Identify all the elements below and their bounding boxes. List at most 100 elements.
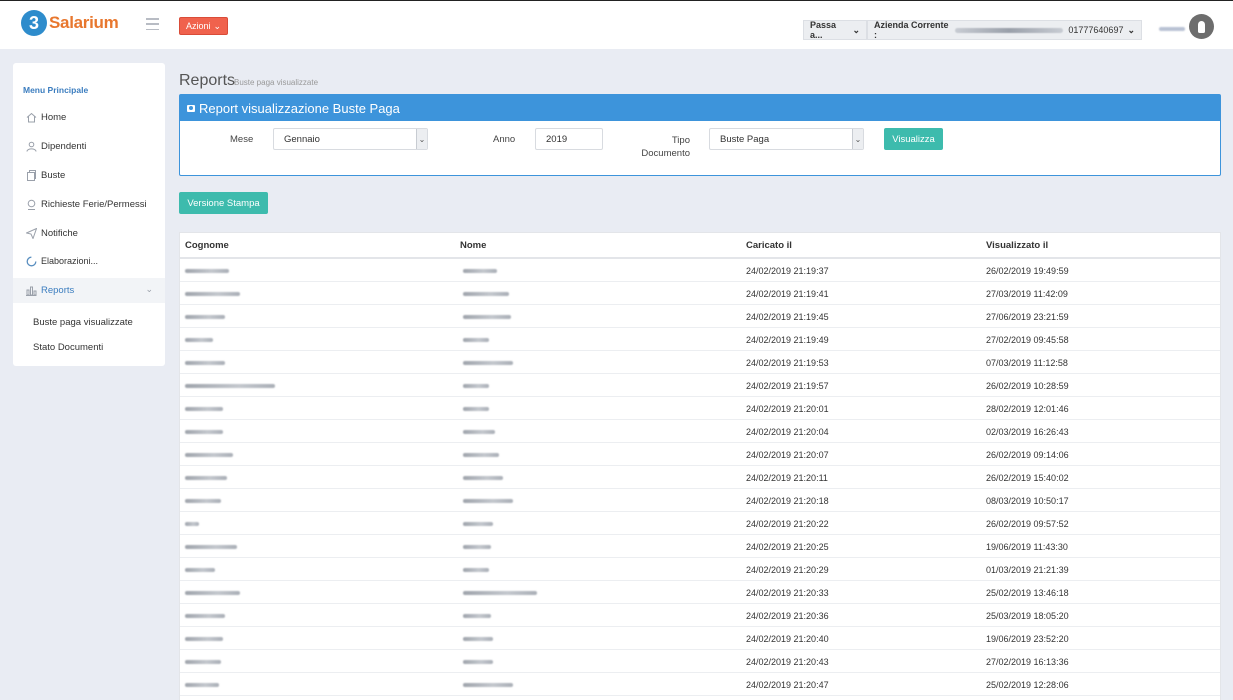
cell-nome-redacted	[463, 259, 497, 282]
azienda-corrente-dropdown[interactable]: Azienda Corrente : 01777640697 ⌄	[867, 20, 1142, 40]
anno-value: 2019	[546, 133, 568, 145]
cell-visualizzato: 27/03/2019 11:42:09	[986, 288, 1068, 299]
table-row[interactable]: 24/02/2019 21:20:01 28/02/2019 12:01:46	[180, 397, 1220, 420]
sidebar-item-elaborazioni[interactable]: Elaborazioni...	[13, 249, 165, 273]
sidebar-item-home[interactable]: Home	[13, 105, 165, 129]
cell-cognome-redacted	[185, 351, 225, 374]
send-icon	[25, 227, 37, 239]
table-row[interactable]: 24/02/2019 21:19:57 26/02/2019 10:28:59	[180, 374, 1220, 397]
table-row[interactable]: 24/02/2019 21:20:43 27/02/2019 16:13:36	[180, 650, 1220, 673]
cell-caricato: 24/02/2019 21:20:11	[746, 472, 828, 483]
cell-nome-redacted	[463, 397, 489, 420]
cell-caricato: 24/02/2019 21:20:01	[746, 403, 829, 414]
sidebar-item-label: Richieste Ferie/Permessi	[41, 198, 147, 210]
table-row[interactable]: 24/02/2019 21:19:45 27/06/2019 23:21:59	[180, 305, 1220, 328]
cell-nome-redacted	[463, 558, 489, 581]
cell-caricato: 24/02/2019 21:20:25	[746, 541, 829, 552]
azioni-button[interactable]: Azioni ⌄	[179, 17, 229, 35]
chart-icon	[25, 285, 37, 297]
camera-icon	[187, 104, 195, 112]
sidebar-item-dipendenti[interactable]: Dipendenti	[13, 134, 165, 158]
cell-nome-redacted	[463, 535, 491, 558]
cell-cognome-redacted	[185, 673, 219, 696]
mese-label: Mese	[230, 134, 254, 145]
cell-cognome-redacted	[185, 512, 199, 535]
visualizza-button[interactable]: Visualizza	[884, 128, 943, 150]
sidebar-item-notifiche[interactable]: Notifiche	[13, 221, 165, 245]
passa-a-dropdown[interactable]: Passa a... ⌄	[803, 20, 867, 40]
table-row[interactable]: 24/02/2019 21:19:37 26/02/2019 19:49:59	[180, 259, 1220, 282]
cell-cognome-redacted	[185, 581, 240, 604]
table-row[interactable]: 24/02/2019 21:20:04 02/03/2019 16:26:43	[180, 420, 1220, 443]
mese-value: Gennaio	[284, 133, 320, 145]
anno-input[interactable]: 2019	[535, 128, 603, 150]
column-header-cognome: Cognome	[185, 239, 229, 251]
menu-title: Menu Principale	[23, 85, 89, 95]
versione-stampa-button[interactable]: Versione Stampa	[179, 192, 268, 214]
home-icon	[25, 111, 37, 123]
cell-nome-redacted	[463, 650, 493, 673]
cell-caricato: 24/02/2019 21:20:36	[746, 610, 829, 621]
table-row[interactable]: 24/02/2019 21:19:41 27/03/2019 11:42:09	[180, 282, 1220, 305]
passa-a-label: Passa a...	[810, 20, 837, 40]
table-row[interactable]: 24/02/2019 21:20:18 08/03/2019 10:50:17	[180, 489, 1220, 512]
chevron-down-icon: ⌄	[852, 129, 863, 149]
cell-caricato: 24/02/2019 21:20:07	[746, 449, 829, 460]
cell-visualizzato: 25/02/2019 12:28:06	[986, 679, 1069, 690]
cell-cognome-redacted	[185, 535, 237, 558]
chevron-down-icon: ⌄	[416, 129, 427, 149]
chevron-down-icon: ⌄	[1127, 24, 1135, 35]
cell-visualizzato: 01/03/2019 21:21:39	[986, 564, 1069, 575]
cell-visualizzato: 25/02/2019 13:46:18	[986, 587, 1069, 598]
cell-nome-redacted	[463, 489, 513, 512]
cell-caricato: 24/02/2019 21:20:33	[746, 587, 829, 598]
cell-caricato: 24/02/2019 21:19:49	[746, 334, 829, 345]
sidebar-item-reports[interactable]: Reports ⌄	[13, 278, 165, 303]
tipo-documento-value: Buste Paga	[720, 133, 770, 145]
cell-caricato: 24/02/2019 21:19:53	[746, 357, 829, 368]
cell-visualizzato: 08/03/2019 10:50:17	[986, 495, 1069, 506]
sidebar-item-richieste[interactable]: Richieste Ferie/Permessi	[13, 192, 165, 216]
table-row[interactable]: 24/02/2019 21:20:25 19/06/2019 11:43:30	[180, 535, 1220, 558]
azienda-label: Azienda Corrente :	[874, 20, 949, 40]
table-row[interactable]: 24/02/2019 21:20:29 01/03/2019 21:21:39	[180, 558, 1220, 581]
table-row[interactable]: 24/02/2019 21:20:40 19/06/2019 23:52:20	[180, 627, 1220, 650]
table-row[interactable]: 24/02/2019 21:19:49 27/02/2019 09:45:58	[180, 328, 1220, 351]
sidebar-item-buste[interactable]: Buste	[13, 163, 165, 187]
app-logo[interactable]: 3 Salarium	[21, 10, 119, 36]
panel-header: Report visualizzazione Buste Paga	[180, 95, 1220, 121]
submenu-item-buste-paga-visualizzate[interactable]: Buste paga visualizzate	[33, 317, 133, 328]
hamburger-menu-icon[interactable]	[146, 18, 159, 30]
cell-caricato: 24/02/2019 21:20:47	[746, 679, 829, 690]
cell-visualizzato: 27/06/2019 23:21:59	[986, 311, 1069, 322]
cell-caricato: 24/02/2019 21:20:18	[746, 495, 829, 506]
mese-select[interactable]: Gennaio ⌄	[273, 128, 428, 150]
cell-caricato: 24/02/2019 21:20:04	[746, 426, 829, 437]
table-row[interactable]: 24/02/2019 21:20:47 25/02/2019 12:28:06	[180, 673, 1220, 696]
table-row[interactable]: 24/02/2019 21:20:11 26/02/2019 15:40:02	[180, 466, 1220, 489]
submenu-item-stato-documenti[interactable]: Stato Documenti	[33, 342, 103, 353]
cell-visualizzato: 28/02/2019 12:01:46	[986, 403, 1069, 414]
chevron-down-icon: ⌄	[852, 24, 860, 35]
table-row[interactable]: 24/02/2019 21:20:22 26/02/2019 09:57:52	[180, 512, 1220, 535]
cell-caricato: 24/02/2019 21:19:45	[746, 311, 829, 322]
sidebar-item-label: Notifiche	[41, 227, 78, 239]
column-header-caricato: Caricato il	[746, 239, 792, 251]
cell-nome-redacted	[463, 328, 489, 351]
table-row[interactable]: 24/02/2019 21:20:33 25/02/2019 13:46:18	[180, 581, 1220, 604]
cell-caricato: 24/02/2019 21:20:29	[746, 564, 829, 575]
table-row[interactable]: 24/02/2019 21:20:07 26/02/2019 09:14:06	[180, 443, 1220, 466]
user-avatar-icon[interactable]	[1189, 14, 1214, 39]
tipo-documento-select[interactable]: Buste Paga ⌄	[709, 128, 864, 150]
table-row[interactable]: 24/02/2019 21:19:53 07/03/2019 11:12:58	[180, 351, 1220, 374]
calendar-icon	[25, 198, 37, 210]
chevron-down-icon: ⌄	[145, 284, 153, 294]
sidebar: Menu Principale Home Dipendenti Buste Ri…	[13, 63, 165, 366]
table-row[interactable]: 24/02/2019 21:20:36 25/03/2019 18:05:20	[180, 604, 1220, 627]
cell-cognome-redacted	[185, 259, 229, 282]
spinner-icon	[25, 255, 37, 267]
cell-cognome-redacted	[185, 604, 225, 627]
logo-text: Salarium	[49, 13, 119, 32]
sidebar-item-label: Dipendenti	[41, 140, 87, 152]
document-icon	[25, 169, 37, 181]
